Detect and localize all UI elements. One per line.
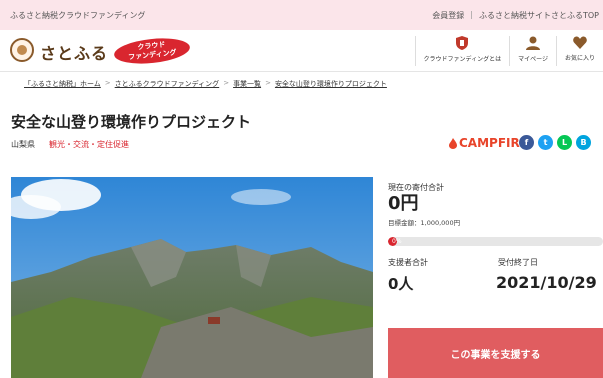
campfire-logo[interactable]: CAMPFIRE (449, 136, 528, 150)
satofull-top-link[interactable]: ふるさと納税サイトさとふるTOP (479, 10, 599, 21)
share-buttons: f t L B (519, 135, 591, 150)
progress-bar: 0% (388, 237, 603, 246)
top-links: 会員登録 | ふるさと納税サイトさとふるTOP (432, 10, 599, 21)
progress-percent: 0% (392, 238, 402, 245)
total-amount: 0円 (388, 193, 419, 214)
divider: | (470, 10, 473, 19)
nav-label: マイページ (518, 56, 548, 63)
supporters-label: 支援者合計 (388, 258, 428, 267)
campfire-text: CAMPFIRE (459, 136, 528, 150)
nav-mypage[interactable]: マイページ (509, 36, 556, 66)
other-share-icon[interactable]: B (576, 135, 591, 150)
breadcrumb-separator: > (265, 79, 271, 87)
facebook-icon[interactable]: f (519, 135, 534, 150)
register-link[interactable]: 会員登録 (432, 10, 464, 21)
breadcrumb-current[interactable]: 安全な山登り環境作りプロジェクト (275, 79, 387, 89)
nav-favorites[interactable]: お気に入り (555, 36, 603, 66)
line-icon[interactable]: L (557, 135, 572, 150)
heart-icon (573, 36, 587, 49)
site-description: ふるさと納税クラウドファンディング (10, 11, 146, 20)
site-header: さとふる クラウド ファンディング クラウドファンディングとは マイページ お気… (0, 30, 603, 72)
end-date: 2021/10/29 (496, 273, 597, 292)
site-logo-text[interactable]: さとふる (40, 40, 108, 64)
category-link[interactable]: 観光・交流・定住促進 (49, 139, 129, 150)
end-date-label: 受付終了日 (498, 258, 538, 267)
twitter-icon[interactable]: t (538, 135, 553, 150)
user-icon (526, 36, 541, 50)
breadcrumb-projects[interactable]: 事業一覧 (233, 79, 261, 89)
supporters-count: 0人 (388, 275, 414, 293)
shield-icon (456, 36, 469, 50)
page-title: 安全な山登り環境作りプロジェクト (11, 113, 252, 131)
nav-label: クラウドファンディングとは (423, 56, 502, 63)
header-nav: クラウドファンディングとは マイページ お気に入り (414, 36, 603, 66)
funding-stats: 現在の寄付合計 0円 目標金額：1,000,000円 0% 支援者合計 0人 受… (388, 175, 603, 378)
breadcrumb: 「ふるさと納税」ホーム > さとふるクラウドファンディング > 事業一覧 > 安… (24, 79, 387, 89)
project-hero-image (11, 177, 373, 378)
crowdfunding-badge: クラウド ファンディング (112, 35, 192, 67)
goal-amount: 目標金額：1,000,000円 (388, 219, 461, 227)
nav-label: お気に入り (564, 55, 595, 62)
top-bar: ふるさと納税クラウドファンディング 会員登録 | ふるさと納税サイトさとふるTO… (0, 0, 603, 30)
breadcrumb-crowdfunding[interactable]: さとふるクラウドファンディング (115, 79, 220, 89)
logo-icon[interactable] (10, 38, 34, 62)
breadcrumb-home[interactable]: 「ふるさと納税」ホーム (24, 79, 101, 89)
nav-about-crowdfunding[interactable]: クラウドファンディングとは (414, 36, 510, 66)
flame-icon (449, 137, 457, 149)
support-button[interactable]: この事業を支援する (388, 328, 603, 378)
breadcrumb-separator: > (223, 79, 230, 87)
region-label: 山梨県 (11, 140, 35, 149)
breadcrumb-separator: > (104, 79, 111, 87)
